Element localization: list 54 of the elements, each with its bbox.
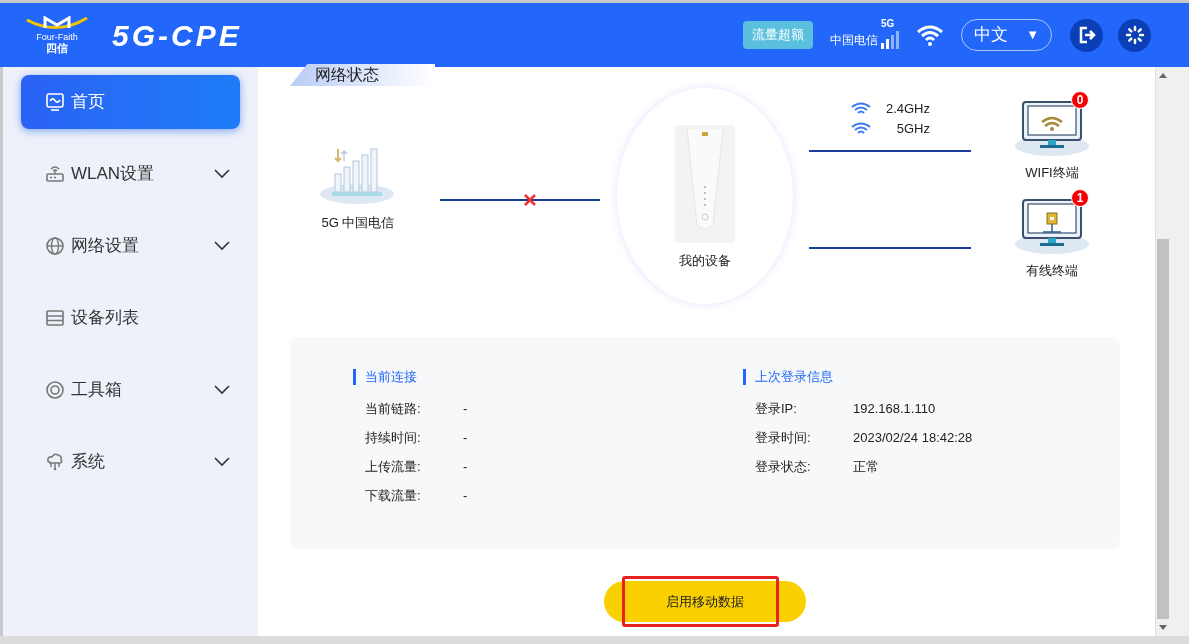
cloud-network-icon <box>45 452 65 472</box>
wifi-icon <box>851 102 871 116</box>
sidebar-item[interactable]: 网络设置 <box>21 219 240 273</box>
info-label: 登录时间: <box>755 428 812 447</box>
target-icon <box>45 380 65 400</box>
sidebar-item[interactable]: 系统 <box>21 435 240 489</box>
sidebar-item[interactable]: WLAN设置 <box>21 147 240 201</box>
product-title: 5G-CPE <box>112 17 242 54</box>
info-section-title: 上次登录信息 <box>743 369 1120 385</box>
globe-icon <box>45 236 65 256</box>
traffic-exceeded-badge: 流量超额 <box>743 21 813 49</box>
info-value: 2023/02/24 18:42:28 <box>853 428 973 447</box>
info-value: - <box>463 428 468 447</box>
info-label: 登录IP: <box>755 399 798 418</box>
horizontal-scrollbar[interactable] <box>0 636 1189 644</box>
uplink-label: 5G 中国电信 <box>320 214 396 232</box>
info-label: 下载流量: <box>365 486 422 505</box>
logout-button[interactable] <box>1070 18 1103 52</box>
scrollbar[interactable] <box>1155 67 1170 636</box>
info-value: - <box>463 486 468 505</box>
enable-mobile-data-button[interactable]: 启用移动数据 <box>604 581 806 622</box>
sidebar-item[interactable]: 首页 <box>21 75 240 129</box>
info-label: 上传流量: <box>365 457 422 476</box>
logo-text: 四信 <box>46 42 68 54</box>
cell-tower-signal-icon <box>320 147 394 205</box>
info-value: - <box>463 457 468 476</box>
terminal-label: WIFI终端 <box>1024 164 1080 182</box>
wifi-icon <box>851 122 871 136</box>
band-label: 2.4GHz <box>884 100 930 118</box>
list-icon <box>45 308 65 328</box>
info-label: 当前链路: <box>365 399 422 418</box>
info-section-title: 当前连接 <box>353 369 680 385</box>
device-label: 我的设备 <box>678 252 732 270</box>
logout-icon <box>1077 26 1096 44</box>
info-label: 持续时间: <box>365 428 422 447</box>
reboot-button[interactable] <box>1118 18 1151 52</box>
spinner-icon <box>1124 25 1145 45</box>
section-title: 网络状态 <box>315 65 379 85</box>
sidebar-item[interactable]: 设备列表 <box>21 291 240 345</box>
sidebar-item[interactable]: 工具箱 <box>21 363 240 417</box>
count-badge: 1 <box>1071 189 1089 207</box>
info-value: - <box>463 399 468 418</box>
count-badge: 0 <box>1071 91 1089 109</box>
carrier-name: 中国电信 <box>830 32 878 49</box>
monitor-icon <box>45 92 65 112</box>
info-value: 正常 <box>853 457 879 476</box>
terminal-label: 有线终端 <box>1025 262 1079 280</box>
band-label: 5GHz <box>895 120 930 138</box>
logo-text: Four-Faith <box>36 32 78 42</box>
logo-icon <box>25 16 89 32</box>
router-icon <box>45 164 65 184</box>
wifi-icon <box>916 24 944 46</box>
info-value: 192.168.1.110 <box>853 399 936 418</box>
info-label: 登录状态: <box>755 457 812 476</box>
